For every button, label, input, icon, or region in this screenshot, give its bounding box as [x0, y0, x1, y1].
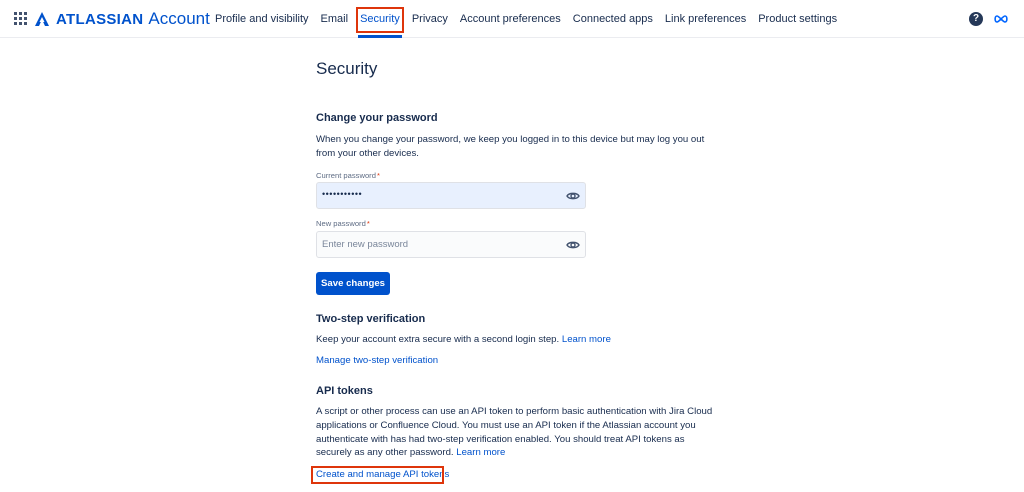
app-switcher-icon[interactable] [14, 12, 27, 25]
api-tokens-heading: API tokens [316, 385, 373, 397]
two-step-heading: Two-step verification [316, 313, 426, 325]
nav-privacy[interactable]: Privacy [406, 0, 454, 38]
nav-account-preferences[interactable]: Account preferences [454, 0, 567, 38]
change-password-heading: Change your password [316, 112, 438, 124]
new-password-label-text: New password [316, 219, 366, 228]
top-navigation-bar: ATLASSIAN Account Profile and visibility… [0, 0, 1024, 38]
new-password-field[interactable]: Enter new password [316, 231, 586, 258]
change-password-description: When you change your password, we keep y… [316, 134, 705, 159]
nav-connected-apps[interactable]: Connected apps [567, 0, 659, 38]
nav-security-label: Security [360, 13, 400, 25]
api-tokens-description-text: A script or other process can use an API… [316, 406, 713, 459]
api-tokens-description: A script or other process can use an API… [316, 405, 721, 460]
two-step-description-text: Keep your account extra secure with a se… [316, 334, 560, 345]
two-step-description: Keep your account extra secure with a se… [316, 333, 736, 347]
required-mark: * [366, 219, 370, 228]
save-changes-button[interactable]: Save changes [316, 272, 390, 295]
nav-security[interactable]: Security [354, 0, 406, 38]
new-password-placeholder: Enter new password [322, 239, 409, 250]
two-step-learn-more-link[interactable]: Learn more [562, 334, 611, 345]
infinity-icon[interactable] [993, 13, 1009, 25]
api-tokens-learn-more-link[interactable]: Learn more [456, 447, 505, 458]
new-password-label: New password* [316, 219, 370, 228]
show-password-eye-icon[interactable] [566, 189, 580, 203]
help-icon[interactable]: ? [969, 12, 983, 26]
nav-profile-and-visibility[interactable]: Profile and visibility [209, 0, 315, 38]
nav-product-settings[interactable]: Product settings [752, 0, 843, 38]
nav-email[interactable]: Email [315, 0, 355, 38]
page-title: Security [316, 59, 378, 78]
atlassian-logo-icon [35, 12, 49, 26]
current-password-label-text: Current password [316, 171, 376, 180]
required-mark: * [376, 171, 380, 180]
current-password-field[interactable]: ••••••••••• [316, 182, 586, 209]
current-password-label: Current password* [316, 171, 380, 180]
nav-link-preferences[interactable]: Link preferences [659, 0, 752, 38]
atlassian-account-logo[interactable]: ATLASSIAN Account [34, 8, 210, 30]
manage-two-step-link[interactable]: Manage two-step verification [316, 355, 438, 366]
show-password-eye-icon[interactable] [566, 238, 580, 252]
logo-brand-text: ATLASSIAN [56, 10, 144, 28]
current-password-value: ••••••••••• [322, 189, 363, 199]
create-manage-api-tokens-link[interactable]: Create and manage API tokens [316, 469, 449, 480]
logo-product-text: Account [148, 9, 210, 28]
account-nav: Profile and visibility Email Security Pr… [209, 0, 843, 38]
